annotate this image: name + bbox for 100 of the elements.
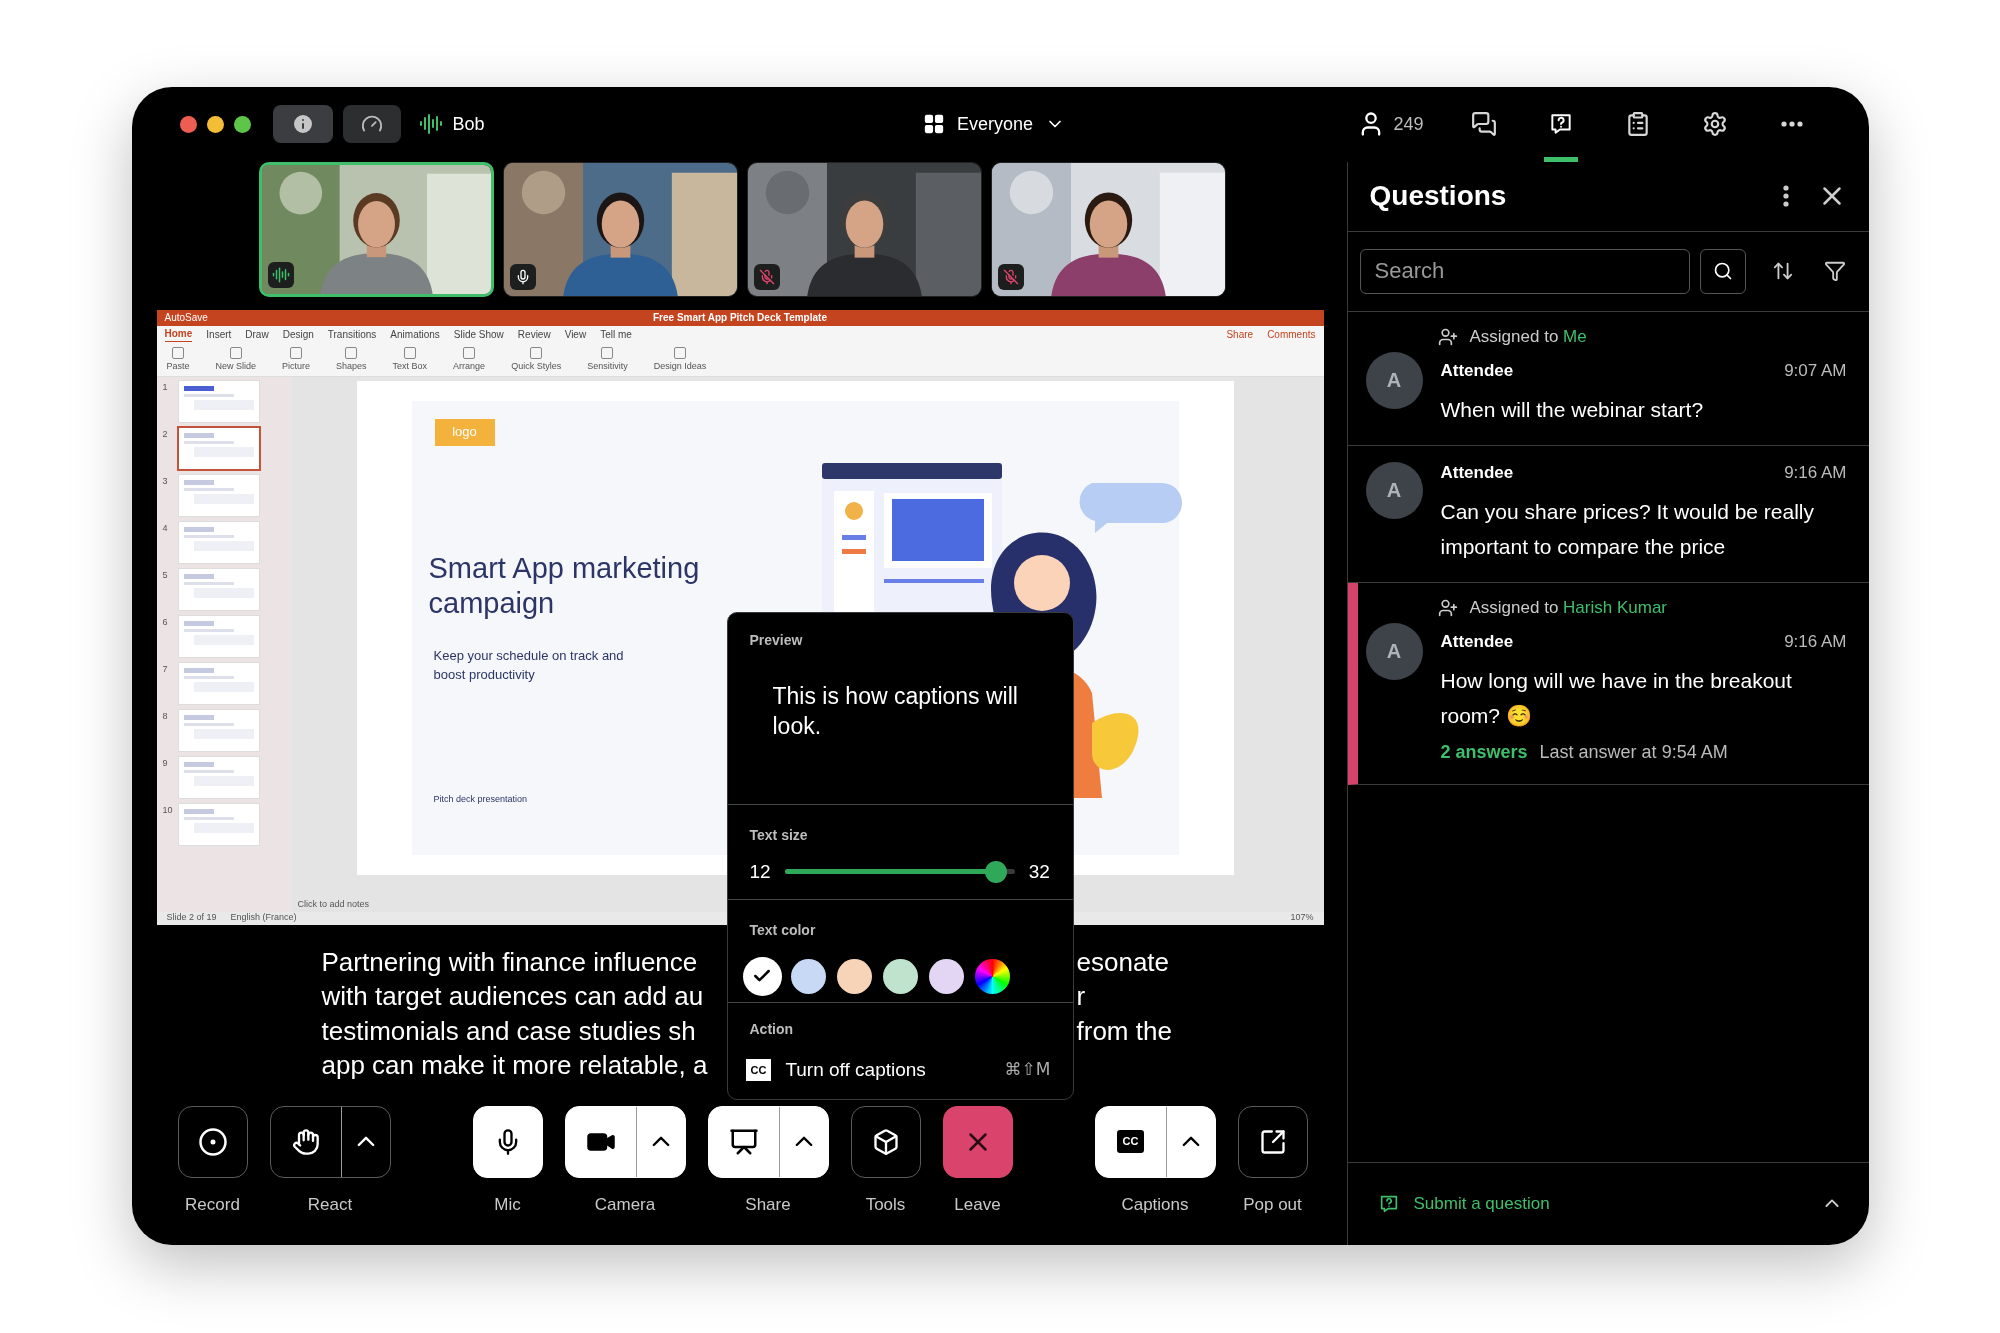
popout-button[interactable] bbox=[1237, 1105, 1308, 1178]
custom-color-swatch[interactable] bbox=[974, 958, 1010, 994]
share-link[interactable]: Share bbox=[1226, 326, 1254, 342]
mic-button[interactable] bbox=[472, 1105, 543, 1178]
ribbon-item[interactable]: Text Box bbox=[392, 346, 428, 372]
hand-icon bbox=[291, 1127, 320, 1156]
ribbon-item[interactable]: Paste bbox=[166, 346, 190, 372]
slide-thumbnail[interactable] bbox=[178, 474, 259, 516]
slide-number: 1 bbox=[162, 380, 169, 394]
slide-thumbnail[interactable] bbox=[178, 756, 259, 798]
sort-button[interactable] bbox=[1771, 260, 1794, 282]
control-label: Pop out bbox=[1243, 1193, 1302, 1216]
sort-icon bbox=[1771, 260, 1794, 282]
network-button[interactable] bbox=[342, 105, 401, 143]
section-label: Text color bbox=[749, 920, 817, 940]
caption-preview: This is how captions will look. bbox=[772, 681, 1019, 741]
slide-thumbnail[interactable] bbox=[178, 662, 259, 704]
tools-button[interactable] bbox=[850, 1105, 921, 1178]
ribbon-tab[interactable]: Insert bbox=[206, 326, 232, 342]
slide-thumbnail[interactable] bbox=[178, 803, 259, 845]
ribbon-tab[interactable]: Tell me bbox=[600, 326, 632, 342]
slide-number: 5 bbox=[162, 568, 169, 582]
filter-icon bbox=[1823, 260, 1846, 282]
participants-button[interactable]: 249 bbox=[1357, 110, 1424, 138]
settings-icon bbox=[1701, 111, 1728, 137]
author-name: Attendee bbox=[1440, 630, 1515, 653]
info-button[interactable] bbox=[272, 105, 333, 143]
caption-text: from the bbox=[1076, 1014, 1172, 1048]
ribbon-tab[interactable]: Draw bbox=[245, 326, 269, 342]
size-max: 32 bbox=[1028, 859, 1050, 884]
document-title: Free Smart App Pitch Deck Template bbox=[652, 311, 828, 325]
color-swatch[interactable] bbox=[836, 958, 872, 994]
ribbon-item[interactable]: Shapes bbox=[336, 346, 367, 372]
question-item[interactable]: A Assigned to Me Attendee 9:07 AM When will the webinar start? bbox=[1347, 311, 1869, 446]
filter-button[interactable] bbox=[1823, 260, 1846, 282]
control-label: React bbox=[307, 1193, 353, 1216]
question-item[interactable]: A Attendee 9:16 AM Can you share prices? It would be really important to compare the price bbox=[1347, 445, 1869, 583]
slider-thumb[interactable] bbox=[985, 860, 1008, 883]
caption-text: esonate bbox=[1076, 945, 1170, 979]
author-name: Attendee bbox=[1440, 461, 1515, 484]
more-icon bbox=[1780, 121, 1803, 127]
search-field[interactable]: Search bbox=[1359, 248, 1690, 294]
slide-number: 6 bbox=[162, 615, 169, 629]
slide-subtitle: Keep your schedule on track and boost productivity bbox=[433, 646, 625, 684]
caption-text: with target audiences can add au bbox=[321, 980, 705, 1013]
leave-button[interactable] bbox=[942, 1105, 1013, 1178]
caption-text: Partnering with finance influence bbox=[321, 945, 699, 979]
captions-button[interactable]: CC bbox=[1095, 1106, 1166, 1177]
ribbon-item[interactable]: New Slide bbox=[215, 346, 257, 372]
color-swatch[interactable] bbox=[928, 958, 964, 994]
question-text: Can you share prices? It would be really important to compare the price bbox=[1440, 498, 1816, 560]
section-label: Preview bbox=[749, 630, 804, 650]
search-button[interactable] bbox=[1699, 248, 1746, 294]
slide-number: 3 bbox=[162, 474, 169, 488]
record-icon bbox=[197, 1126, 228, 1157]
question-text: When will the webinar start? bbox=[1440, 396, 1705, 423]
color-swatch[interactable] bbox=[790, 958, 826, 994]
slide-number: 4 bbox=[162, 521, 169, 535]
ribbon-item[interactable]: Picture bbox=[282, 346, 311, 372]
slide-thumbnail[interactable] bbox=[178, 521, 259, 563]
control-label: Share bbox=[745, 1193, 791, 1216]
notes-placeholder[interactable]: Click to add notes bbox=[291, 897, 1324, 912]
ribbon-tab[interactable]: Design bbox=[282, 326, 314, 342]
slide-thumbnail[interactable] bbox=[178, 380, 259, 422]
slide-thumbnail[interactable] bbox=[178, 709, 259, 751]
control-label: Camera bbox=[594, 1193, 656, 1216]
slide-number: 7 bbox=[162, 662, 169, 676]
zoom-level: 107% bbox=[1290, 911, 1314, 925]
ribbon-tab[interactable]: Review bbox=[517, 326, 551, 342]
ribbon-item[interactable]: Quick Styles bbox=[511, 346, 562, 372]
slide-thumbnail[interactable] bbox=[178, 615, 259, 657]
submit-question-button[interactable]: Submit a question bbox=[1347, 1161, 1869, 1245]
control-label: Mic bbox=[494, 1193, 521, 1216]
color-swatch[interactable] bbox=[744, 958, 780, 994]
ribbon-tab[interactable]: Transitions bbox=[327, 326, 377, 342]
ribbon-item[interactable]: Arrange bbox=[453, 346, 486, 372]
ribbon-item[interactable]: Sensitivity bbox=[587, 346, 628, 372]
answers-link[interactable]: 2 answers bbox=[1440, 738, 1528, 766]
record-button[interactable] bbox=[177, 1105, 248, 1178]
chat-icon bbox=[1470, 111, 1497, 137]
size-slider[interactable] bbox=[784, 860, 1015, 883]
ribbon-tab[interactable]: Animations bbox=[390, 326, 440, 342]
slide-thumbnail[interactable] bbox=[178, 568, 259, 610]
ribbon-tab[interactable]: Slide Show bbox=[453, 326, 504, 342]
comments-link[interactable]: Comments bbox=[1267, 326, 1316, 342]
audience-dropdown[interactable]: Everyone bbox=[923, 110, 1066, 138]
chevron-up-icon bbox=[356, 1136, 375, 1147]
audio-level-icon bbox=[418, 112, 443, 136]
chevron-up-icon bbox=[1824, 1199, 1839, 1208]
question-item[interactable]: A Assigned to Harish Kumar Attendee 9:16 AM How long will we have in the breakout room? ☺ 2 answers Last answer at 9:54 AM bbox=[1347, 582, 1869, 785]
assigned-label: Assigned to Me bbox=[1469, 325, 1587, 348]
autosave-label: AutoSave bbox=[164, 311, 209, 325]
ribbon-tab[interactable]: View bbox=[564, 326, 587, 342]
speaker-name: Bob bbox=[452, 112, 485, 136]
ribbon-tab[interactable]: Home bbox=[164, 326, 193, 342]
color-swatch[interactable] bbox=[882, 958, 918, 994]
slide-number: 10 bbox=[162, 803, 174, 817]
slide-thumbnail[interactable] bbox=[178, 427, 259, 469]
panel-menu-button[interactable] bbox=[1782, 185, 1789, 207]
ribbon-item[interactable]: Design Ideas bbox=[653, 346, 707, 372]
